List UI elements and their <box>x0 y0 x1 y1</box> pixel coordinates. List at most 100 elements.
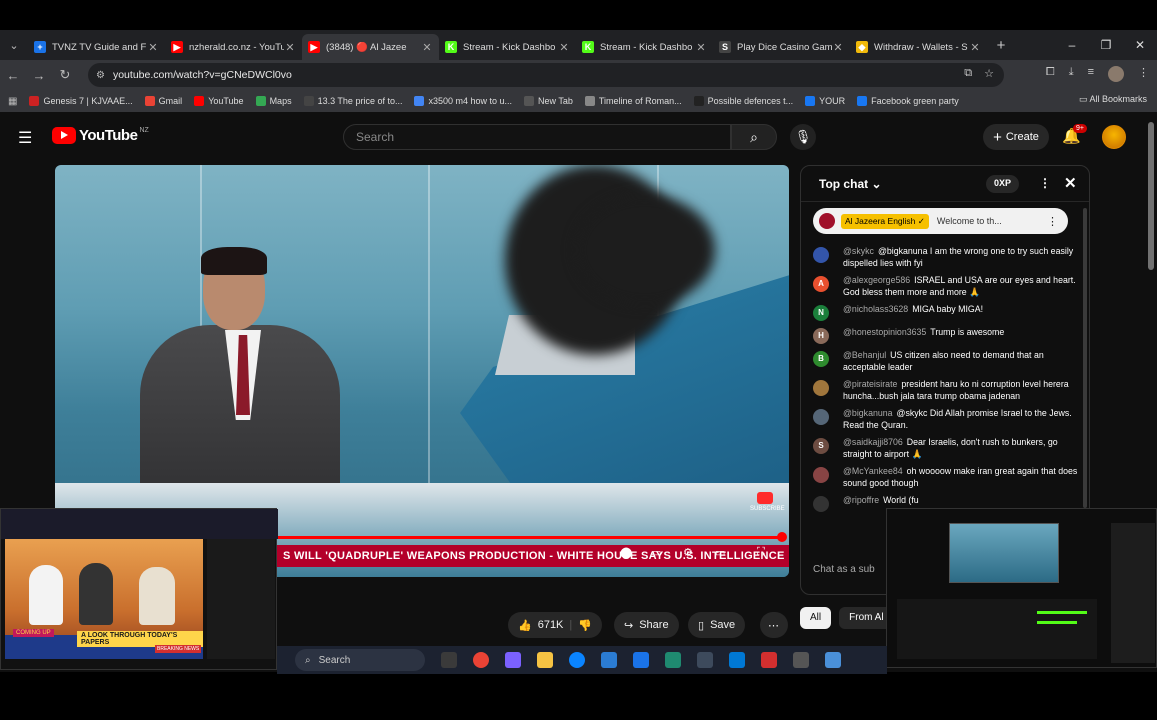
store-icon[interactable] <box>633 652 649 668</box>
address-bar[interactable]: ⚙ youtube.com/watch?v=gCNeDWCl0vo ⧉ ☆ <box>88 63 1004 87</box>
app-icon[interactable] <box>825 652 841 668</box>
progress-bar[interactable] <box>277 536 783 539</box>
site-info-icon[interactable]: ⚙ <box>96 70 105 81</box>
search-button[interactable]: ⌕ <box>731 124 777 150</box>
chat-message[interactable]: @skykc @bigkanuna I am the wrong one to t… <box>813 246 1078 269</box>
browser-tab[interactable]: ▶ (3848) 🔴 Al Jazee ✕ <box>302 34 439 60</box>
browser-tab[interactable]: + TVNZ TV Guide and Fr ✕ <box>28 34 165 60</box>
chat-message[interactable]: B @Behanjul US citizen also need to demand… <box>813 350 1078 373</box>
chat-message[interactable]: A @alexgeorge586 ISRAEL and USA are our ey… <box>813 275 1078 298</box>
reload-icon[interactable]: ↻ <box>52 67 78 83</box>
close-tab-icon[interactable]: ✕ <box>969 41 981 54</box>
chat-mode-selector[interactable]: Top chat ⌄ <box>819 177 882 191</box>
youtube-header: ☰ YouTube NZ Search ⌕ 🎙 + Create 🔔 9+ <box>0 112 1157 162</box>
bookmark-item[interactable]: Facebook green party <box>857 96 959 106</box>
edge-icon[interactable] <box>569 652 585 668</box>
account-avatar[interactable] <box>1102 125 1126 149</box>
chat-more-icon[interactable]: ⋮ <box>1039 176 1051 190</box>
chat-message[interactable]: N @nicholass3628 MIGA baby MIGA! <box>813 304 1078 321</box>
app-icon[interactable] <box>665 652 681 668</box>
download-icon[interactable]: ⤓ <box>1069 66 1074 82</box>
bookmark-item[interactable]: YouTube <box>194 96 244 106</box>
reading-list-icon[interactable]: ≡ <box>1088 66 1094 82</box>
pinned-more-icon[interactable]: ⋮ <box>1047 215 1058 228</box>
chat-scrollbar[interactable] <box>1083 208 1087 508</box>
controller-icon[interactable] <box>697 652 713 668</box>
bookmark-item[interactable]: YOUR <box>805 96 845 106</box>
scrubber-handle[interactable] <box>777 532 787 542</box>
tab-search-chevron-icon[interactable]: ⌄ <box>0 39 28 52</box>
close-tab-icon[interactable]: ✕ <box>695 41 707 54</box>
all-bookmarks-button[interactable]: ▭ All Bookmarks <box>1079 94 1147 105</box>
more-actions-button[interactable]: ⋯ <box>760 612 788 638</box>
copilot-icon[interactable] <box>505 652 521 668</box>
media-icon[interactable] <box>761 652 777 668</box>
install-app-icon[interactable]: ⧉ <box>964 67 972 80</box>
forward-icon[interactable]: → <box>26 68 52 83</box>
restore-icon[interactable]: ❐ <box>1089 30 1123 60</box>
chat-message[interactable]: @McYankee84 oh woooow make iran great aga… <box>813 466 1078 489</box>
theater-mode-icon[interactable]: ▭ <box>715 546 725 559</box>
fullscreen-icon[interactable]: ⛶ <box>757 546 765 559</box>
bookmark-item[interactable]: Maps <box>255 96 292 106</box>
chrome-icon[interactable] <box>473 652 489 668</box>
taskbar-search[interactable]: ⌕ Search <box>295 649 425 671</box>
thumbs-down-icon[interactable]: 👎 <box>578 619 592 632</box>
bookmark-star-icon[interactable]: ☆ <box>984 67 994 80</box>
browser-tab[interactable]: K Stream - Kick Dashbo ✕ <box>576 34 713 60</box>
bookmark-item[interactable]: Timeline of Roman... <box>584 96 682 106</box>
pinned-message[interactable]: Al Jazeera English ✓ Welcome to th... ⋮ <box>813 208 1068 234</box>
profile-avatar[interactable] <box>1108 66 1124 82</box>
youtube-logo[interactable]: YouTube NZ <box>52 127 149 144</box>
hamburger-menu-icon[interactable]: ☰ <box>18 128 32 148</box>
close-tab-icon[interactable]: ✕ <box>832 41 844 54</box>
chat-message-body: @pirateisirate president haru ko ni corru… <box>843 379 1078 402</box>
share-button[interactable]: ↪ Share <box>614 612 679 638</box>
new-tab-button[interactable]: + <box>987 37 1015 54</box>
tab-title: Play Dice Casino Game <box>737 41 832 53</box>
bookmark-item[interactable]: Gmail <box>144 96 182 106</box>
close-window-icon[interactable]: ✕ <box>1123 30 1157 60</box>
back-icon[interactable]: ← <box>0 68 26 83</box>
subscribe-watermark[interactable]: SUBSCRIBE <box>750 492 785 518</box>
close-tab-icon[interactable]: ✕ <box>558 41 570 54</box>
browser-tab[interactable]: K Stream - Kick Dashbo ✕ <box>439 34 576 60</box>
voice-search-button[interactable]: 🎙 <box>790 124 816 150</box>
page-scrollbar[interactable] <box>1148 122 1154 270</box>
xp-badge[interactable]: 0XP <box>986 175 1020 193</box>
like-button[interactable]: 👍 671K | 👎 <box>508 612 602 638</box>
browser-tab[interactable]: ▶ nzherald.co.nz - YouTu ✕ <box>165 34 302 60</box>
close-tab-icon[interactable]: ✕ <box>147 41 159 54</box>
miniplayer-toggle-icon[interactable]: ⬤ <box>620 546 632 559</box>
outlook-icon[interactable] <box>601 652 617 668</box>
search-input[interactable]: Search <box>343 124 731 150</box>
chat-message[interactable]: @pirateisirate president haru ko ni corru… <box>813 379 1078 402</box>
captions-icon[interactable]: ▭ <box>651 546 661 559</box>
bookmark-item[interactable]: Genesis 7 | KJVAAE... <box>29 96 133 106</box>
settings-icon[interactable] <box>793 652 809 668</box>
bookmark-item[interactable]: 13.3 The price of to... <box>303 96 402 106</box>
chat-message[interactable]: @bigkanuna @skykc Did Allah promise Israe… <box>813 408 1078 431</box>
extensions-icon[interactable]: ⧠ <box>1046 66 1055 82</box>
chat-message[interactable]: H @honestopinion3635 Trump is awesome <box>813 327 1078 344</box>
create-button[interactable]: + Create <box>983 124 1049 150</box>
bookmark-item[interactable]: x3500 m4 how to u... <box>414 96 512 106</box>
save-button[interactable]: ▯ Save <box>688 612 746 638</box>
settings-gear-icon[interactable]: ⚙ <box>683 546 693 559</box>
browser-menu-icon[interactable]: ⋮ <box>1138 66 1149 82</box>
close-tab-icon[interactable]: ✕ <box>421 41 433 54</box>
photos-icon[interactable] <box>729 652 745 668</box>
bookmark-item[interactable]: New Tab <box>524 96 573 106</box>
bookmark-item[interactable]: Possible defences t... <box>693 96 793 106</box>
close-chat-icon[interactable]: ✕ <box>1064 174 1077 192</box>
filter-chip[interactable]: All <box>800 607 832 629</box>
chat-message[interactable]: S @saidkajji8706 Dear Israelis, don't rush… <box>813 437 1078 460</box>
bookmark-favicon-icon <box>414 96 425 106</box>
browser-tab[interactable]: ◆ Withdraw - Wallets - S ✕ <box>850 34 987 60</box>
close-tab-icon[interactable]: ✕ <box>284 41 296 54</box>
task-view-icon[interactable] <box>441 652 457 668</box>
browser-tab[interactable]: S Play Dice Casino Game ✕ <box>713 34 850 60</box>
file-explorer-icon[interactable] <box>537 652 553 668</box>
apps-grid-icon[interactable]: ▦ <box>8 96 17 107</box>
minimize-icon[interactable]: – <box>1055 30 1089 60</box>
